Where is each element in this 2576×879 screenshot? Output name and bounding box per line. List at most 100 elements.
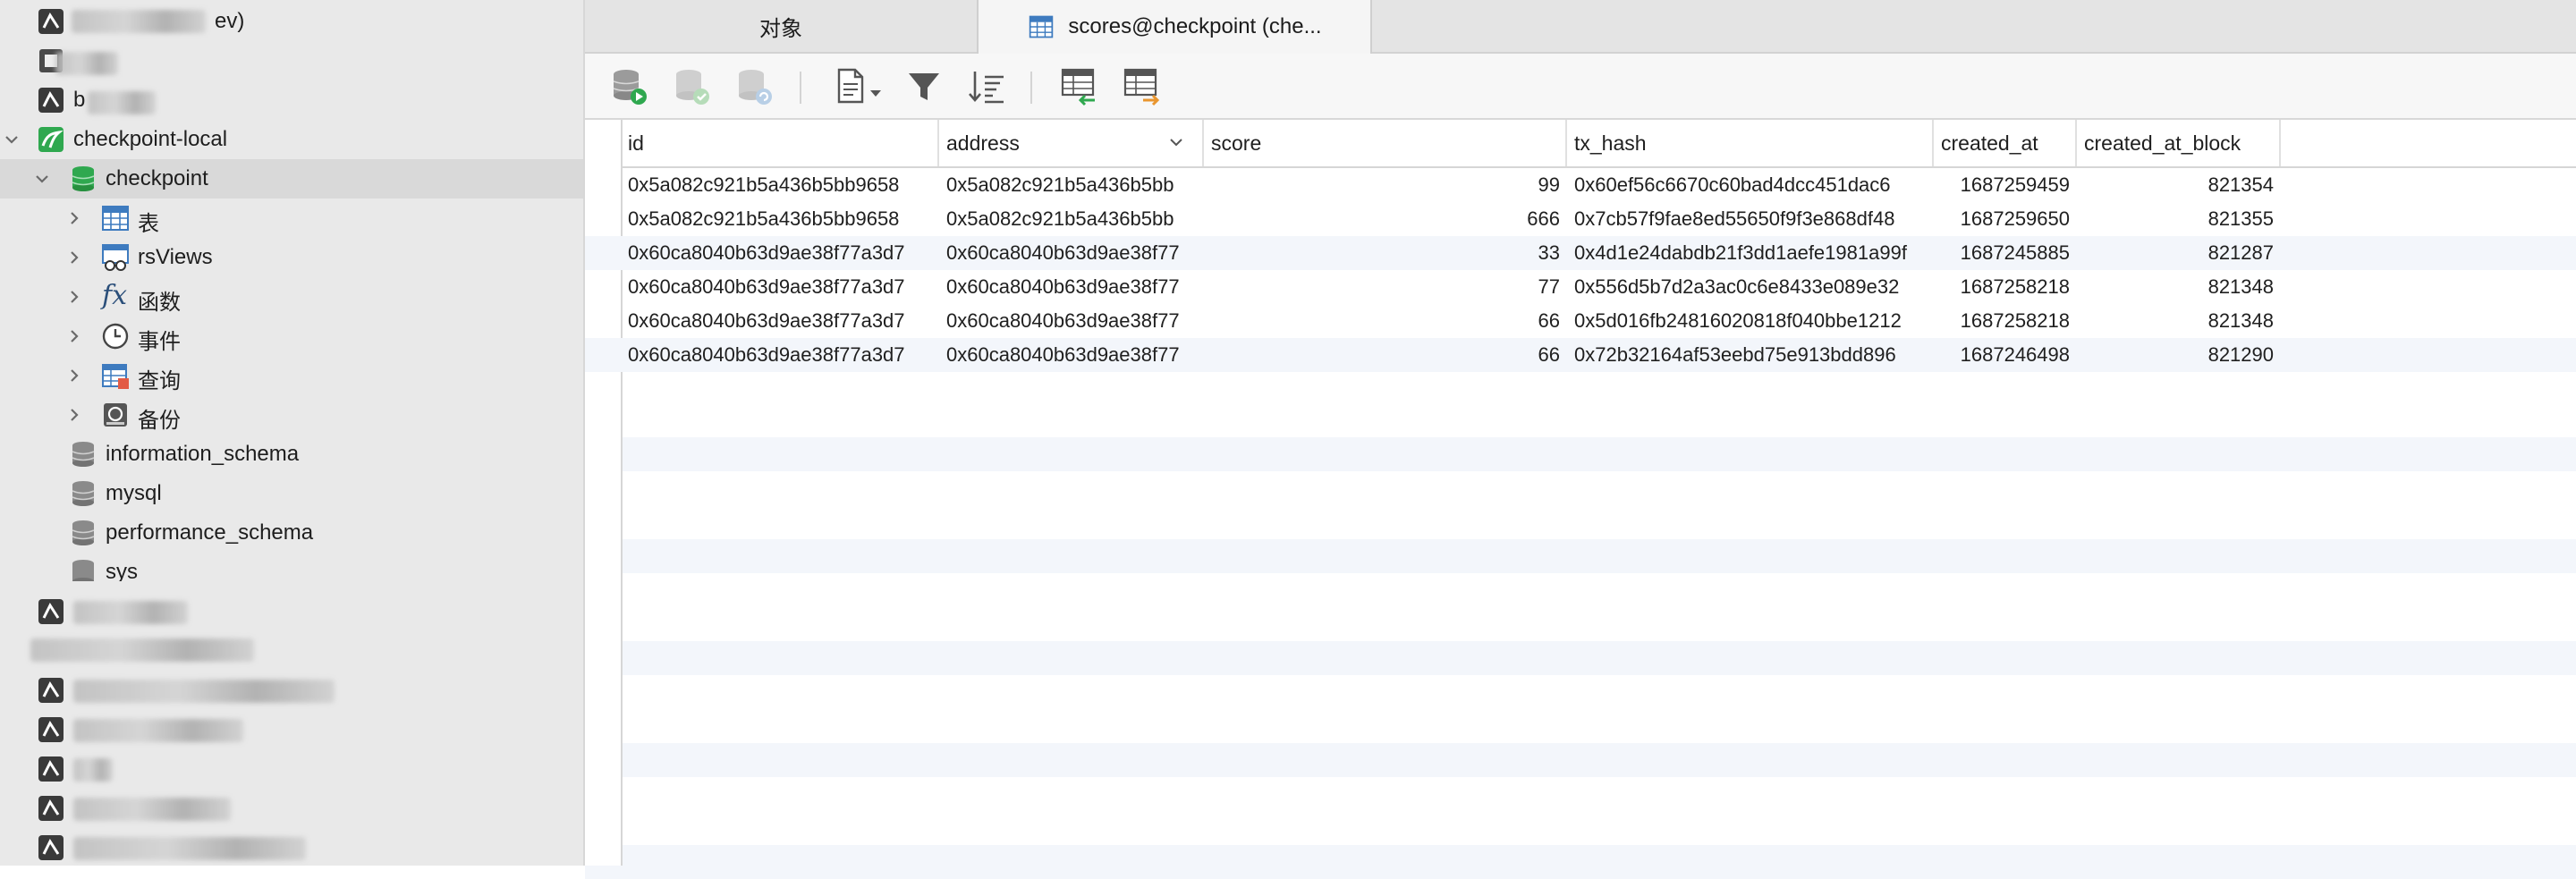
connection-item[interactable] — [0, 671, 583, 710]
tree-node-views[interactable]: rsViews — [0, 238, 583, 277]
cell-score[interactable]: 33 — [1204, 236, 1567, 270]
cell-id[interactable]: 0x60ca8040b63d9ae38f77a3d7 — [621, 304, 939, 338]
connection-item[interactable] — [0, 749, 583, 789]
data-grid: id address score tx_hash created_at crea… — [585, 120, 2576, 879]
column-header-created-at-block[interactable]: created_at_block — [2077, 120, 2281, 166]
cell-created-at-block[interactable]: 821354 — [2077, 168, 2281, 202]
cell-tx-hash[interactable]: 0x4d1e24dabdb21f3dd1aefe1981a99f — [1567, 236, 1934, 270]
grid-header: id address score tx_hash created_at crea… — [585, 120, 2576, 168]
cell-id[interactable]: 0x5a082c921b5a436b5bb9658 — [621, 202, 939, 236]
chevron-down-icon[interactable] — [32, 169, 52, 189]
column-header-score[interactable]: score — [1204, 120, 1567, 166]
cell-tx-hash[interactable]: 0x556d5b7d2a3ac0c6e8433e089e32 — [1567, 270, 1934, 304]
cell-address[interactable]: 0x5a082c921b5a436b5bb — [939, 202, 1204, 236]
cell-id[interactable]: 0x5a082c921b5a436b5bb9658 — [621, 168, 939, 202]
database-sys[interactable]: sys — [0, 553, 583, 581]
database-information-schema[interactable]: information_schema — [0, 435, 583, 474]
chevron-right-icon[interactable] — [64, 405, 84, 425]
chevron-right-icon[interactable] — [64, 366, 84, 385]
mysql-connection-icon — [38, 678, 64, 703]
cell-created-at-block[interactable]: 821290 — [2077, 338, 2281, 372]
connection-item[interactable] — [0, 789, 583, 828]
cell-tx-hash[interactable]: 0x7cb57f9fae8ed55650f9f3e868df48 — [1567, 202, 1934, 236]
cell-created-at-block[interactable]: 821348 — [2077, 304, 2281, 338]
table-row[interactable]: 0x60ca8040b63d9ae38f77a3d7 0x60ca8040b63… — [585, 270, 2576, 304]
tree-node-tables[interactable]: 表 — [0, 199, 583, 238]
cell-address[interactable]: 0x60ca8040b63d9ae38f77 — [939, 236, 1204, 270]
db-run-icon[interactable] — [608, 66, 649, 107]
table-row[interactable]: 0x60ca8040b63d9ae38f77a3d7 0x60ca8040b63… — [585, 304, 2576, 338]
tree-node-events[interactable]: 事件 — [0, 317, 583, 356]
chevron-right-icon[interactable] — [64, 248, 84, 267]
cell-created-at[interactable]: 1687258218 — [1934, 304, 2077, 338]
connection-checkpoint-local[interactable]: checkpoint-local — [0, 120, 583, 159]
chevron-down-icon[interactable] — [869, 89, 882, 98]
tree-node-label: 表 — [138, 212, 159, 236]
column-header-tx-hash[interactable]: tx_hash — [1567, 120, 1934, 166]
blurred-text — [55, 52, 118, 75]
table-row[interactable]: 0x5a082c921b5a436b5bb9658 0x5a082c921b5a… — [585, 202, 2576, 236]
import-table-icon[interactable] — [1059, 66, 1100, 107]
cell-created-at[interactable]: 1687245885 — [1934, 236, 2077, 270]
column-header-id[interactable]: id — [621, 120, 939, 166]
query-table-icon — [102, 364, 129, 389]
column-header-address[interactable]: address — [939, 120, 1204, 166]
cell-address[interactable]: 0x60ca8040b63d9ae38f77 — [939, 304, 1204, 338]
chevron-down-icon[interactable] — [2, 130, 21, 149]
cell-score[interactable]: 77 — [1204, 270, 1567, 304]
cell-created-at[interactable]: 1687246498 — [1934, 338, 2077, 372]
chevron-right-icon[interactable] — [64, 287, 84, 307]
cell-created-at[interactable]: 1687259650 — [1934, 202, 2077, 236]
connection-item[interactable] — [0, 592, 583, 631]
cell-id[interactable]: 0x60ca8040b63d9ae38f77a3d7 — [621, 236, 939, 270]
export-table-icon[interactable] — [1122, 66, 1163, 107]
database-performance-schema[interactable]: performance_schema — [0, 513, 583, 553]
cell-created-at-block[interactable]: 821287 — [2077, 236, 2281, 270]
cell-score[interactable]: 666 — [1204, 202, 1567, 236]
connection-item[interactable] — [0, 710, 583, 749]
cell-score[interactable]: 66 — [1204, 304, 1567, 338]
cell-id[interactable]: 0x60ca8040b63d9ae38f77a3d7 — [621, 338, 939, 372]
table-row[interactable]: 0x60ca8040b63d9ae38f77a3d7 0x60ca8040b63… — [585, 236, 2576, 270]
mysql-connection-icon — [38, 88, 64, 113]
cell-address[interactable]: 0x60ca8040b63d9ae38f77 — [939, 338, 1204, 372]
connection-item[interactable]: ev) — [0, 2, 583, 41]
table-icon — [102, 206, 129, 231]
cell-score[interactable]: 66 — [1204, 338, 1567, 372]
tab-scores-table[interactable]: scores@checkpoint (che... — [977, 0, 1372, 54]
filter-icon[interactable] — [903, 66, 945, 107]
chevron-right-icon[interactable] — [64, 208, 84, 228]
cell-id[interactable]: 0x60ca8040b63d9ae38f77a3d7 — [621, 270, 939, 304]
cell-tx-hash[interactable]: 0x72b32164af53eebd75e913bdd896 — [1567, 338, 1934, 372]
cell-address[interactable]: 0x60ca8040b63d9ae38f77 — [939, 270, 1204, 304]
cell-tx-hash[interactable]: 0x5d016fb24816020818f040bbe1212 — [1567, 304, 1934, 338]
cell-created-at-block[interactable]: 821355 — [2077, 202, 2281, 236]
tree-node-functions[interactable]: fx 函数 — [0, 277, 583, 317]
connection-item[interactable] — [0, 631, 583, 671]
tree-node-queries[interactable]: 查询 — [0, 356, 583, 395]
column-header-created-at[interactable]: created_at — [1934, 120, 2077, 166]
db-refresh-icon[interactable] — [733, 66, 775, 107]
tab-objects[interactable]: 对象 — [585, 0, 977, 52]
tree-node-backups[interactable]: 备份 — [0, 395, 583, 435]
document-icon[interactable] — [832, 66, 873, 107]
database-checkpoint[interactable]: checkpoint — [0, 159, 583, 199]
table-row[interactable]: 0x60ca8040b63d9ae38f77a3d7 0x60ca8040b63… — [585, 338, 2576, 372]
database-mysql[interactable]: mysql — [0, 474, 583, 513]
connection-item[interactable] — [0, 41, 583, 80]
cell-address[interactable]: 0x5a082c921b5a436b5bb — [939, 168, 1204, 202]
cell-tx-hash[interactable]: 0x60ef56c6670c60bad4dcc451dac6 — [1567, 168, 1934, 202]
cell-created-at[interactable]: 1687259459 — [1934, 168, 2077, 202]
connection-item[interactable]: b — [0, 80, 583, 120]
mysql-connection-icon — [38, 835, 64, 860]
sort-icon[interactable] — [966, 66, 1007, 107]
db-commit-icon[interactable] — [671, 66, 712, 107]
chevron-right-icon[interactable] — [64, 326, 84, 346]
connection-item[interactable] — [0, 828, 583, 866]
sort-chevron-icon[interactable] — [1168, 134, 1184, 150]
connection-label: checkpoint-local — [73, 127, 228, 151]
cell-created-at[interactable]: 1687258218 — [1934, 270, 2077, 304]
cell-created-at-block[interactable]: 821348 — [2077, 270, 2281, 304]
cell-score[interactable]: 99 — [1204, 168, 1567, 202]
table-row[interactable]: 0x5a082c921b5a436b5bb9658 0x5a082c921b5a… — [585, 168, 2576, 202]
